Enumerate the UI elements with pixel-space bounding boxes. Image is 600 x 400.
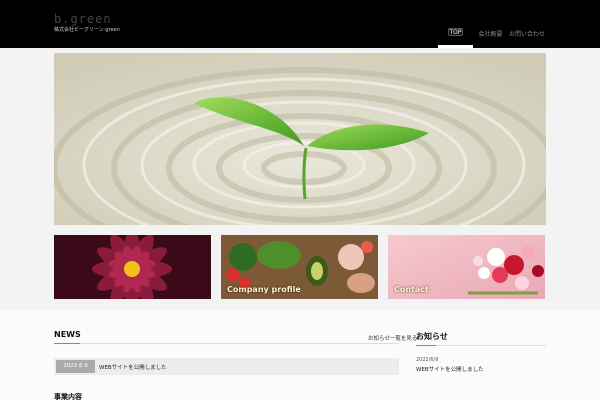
nav-item-top[interactable]: TOP	[438, 22, 473, 48]
sidebar-heading: お知らせ	[416, 332, 448, 341]
hero-image-sprout-in-sand	[54, 53, 546, 225]
content-section	[0, 310, 600, 400]
sidebar-news-date: 2022/6/9	[416, 357, 439, 363]
banner-dahlia-flower[interactable]	[54, 235, 211, 299]
news-item-title: WEBサイトを公開しました	[99, 365, 167, 371]
nav-label-top: TOP	[449, 29, 462, 36]
news-list-item[interactable]: 2022.6.9 WEBサイトを公開しました	[54, 358, 399, 375]
sidebar-news-link[interactable]: WEBサイトを公開しました	[416, 365, 484, 373]
business-heading: 事業内容	[54, 393, 82, 400]
banner-label: Company profile	[227, 285, 301, 294]
nav-item-company[interactable]: 会社概要	[473, 22, 508, 48]
nav-label-contact: お問い合わせ	[508, 31, 545, 38]
logo-tagline: 株式会社ビーグリーン·green	[54, 27, 120, 33]
banner-label: Contact	[394, 285, 429, 294]
nav-label-company: 会社概要	[478, 31, 503, 38]
news-more-link[interactable]: お知らせ一覧を見る	[368, 334, 417, 342]
sidebar-heading-divider	[416, 345, 546, 346]
site-header: b.green 株式会社ビーグリーン·green TOP 会社概要 お問い合わせ	[0, 0, 600, 48]
site-logo[interactable]: b.green 株式会社ビーグリーン·green	[54, 12, 120, 34]
news-heading: NEWS	[54, 330, 81, 339]
banner-contact[interactable]: Contact	[388, 235, 545, 299]
news-heading-divider	[54, 343, 399, 344]
nav-item-contact[interactable]: お問い合わせ	[508, 22, 546, 48]
main-nav: TOP 会社概要 お問い合わせ	[438, 22, 546, 48]
banner-company-profile[interactable]: Company profile	[221, 235, 378, 299]
logo-text: b.green	[54, 12, 112, 26]
news-date-badge: 2022.6.9	[56, 360, 95, 373]
